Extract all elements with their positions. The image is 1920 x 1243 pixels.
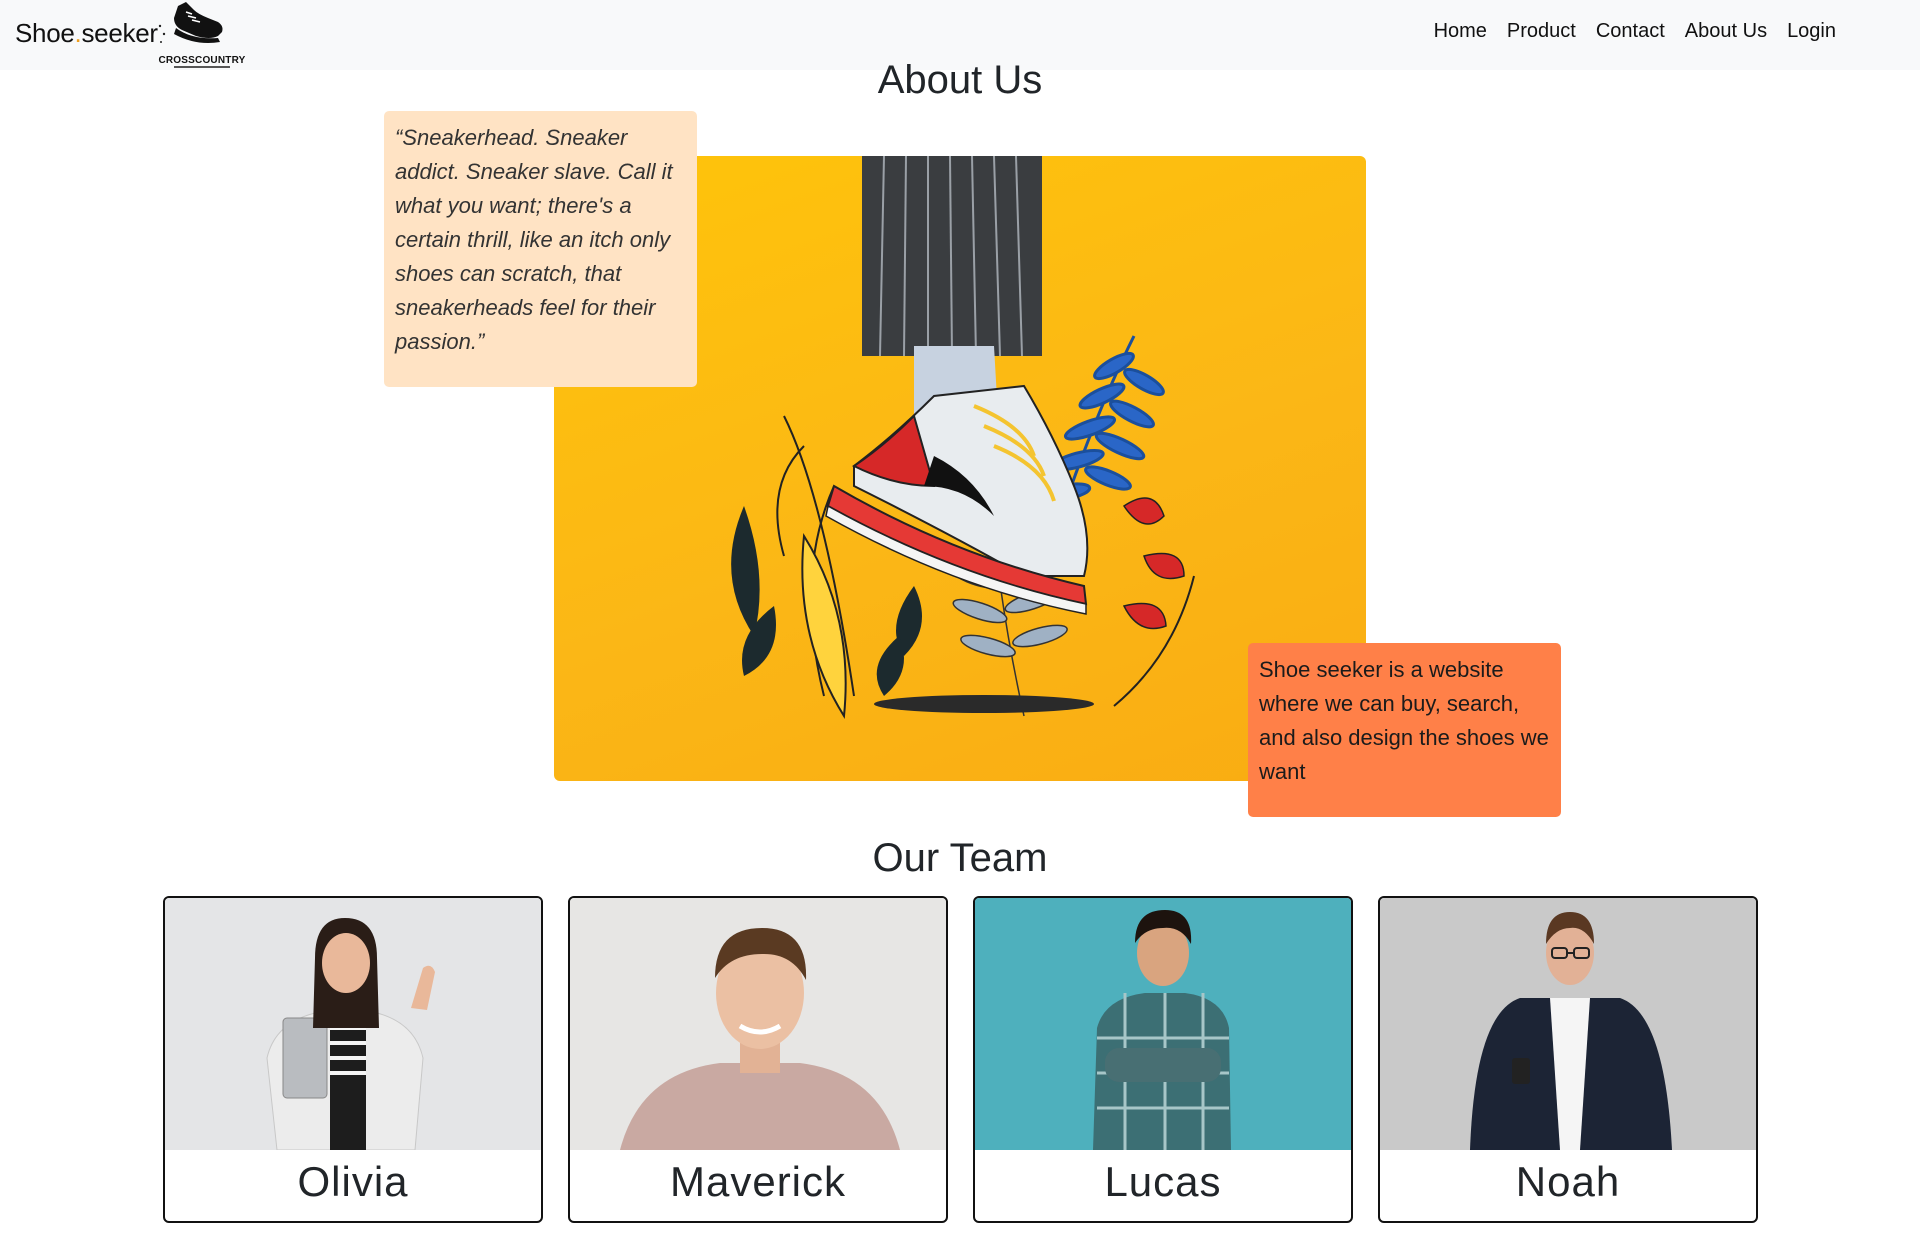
nav-contact-link[interactable]: Contact bbox=[1596, 20, 1665, 43]
team-photo-noah bbox=[1380, 898, 1756, 1150]
team-photo-olivia bbox=[165, 898, 541, 1150]
team-photo-maverick bbox=[570, 898, 946, 1150]
about-us-title: About Us bbox=[877, 58, 1043, 102]
team-card-maverick[interactable]: Maverick bbox=[568, 896, 948, 1223]
site-description: Shoe seeker is a website where we can bu… bbox=[1248, 643, 1561, 817]
team-cards: Olivia Maverick Lucas Noah bbox=[163, 896, 1759, 1223]
team-photo-lucas bbox=[975, 898, 1351, 1150]
nav-home-link[interactable]: Home bbox=[1434, 20, 1487, 43]
team-name-olivia: Olivia bbox=[297, 1158, 409, 1205]
team-card-lucas[interactable]: Lucas bbox=[973, 896, 1353, 1223]
nav-links: Home Product Contact About Us Login bbox=[1434, 20, 1836, 43]
team-name-noah: Noah bbox=[1515, 1158, 1621, 1205]
nav-login-link[interactable]: Login bbox=[1787, 20, 1836, 43]
team-name-maverick: Maverick bbox=[669, 1158, 847, 1205]
brand-part1: Shoe bbox=[15, 18, 75, 48]
our-team-title: Our Team bbox=[872, 836, 1048, 880]
sneakerhead-quote: “Sneakerhead. Sneaker addict. Sneaker sl… bbox=[384, 111, 697, 387]
team-card-noah[interactable]: Noah bbox=[1378, 896, 1758, 1223]
brand-logo-text[interactable]: Shoe.seeker bbox=[15, 18, 158, 49]
brand-part2: seeker bbox=[81, 18, 158, 48]
team-card-olivia[interactable]: Olivia bbox=[163, 896, 543, 1223]
nav-product-link[interactable]: Product bbox=[1507, 20, 1576, 43]
nav-about-link[interactable]: About Us bbox=[1685, 20, 1767, 43]
team-name-lucas: Lucas bbox=[1104, 1158, 1222, 1205]
running-shoe-icon bbox=[158, 2, 223, 43]
